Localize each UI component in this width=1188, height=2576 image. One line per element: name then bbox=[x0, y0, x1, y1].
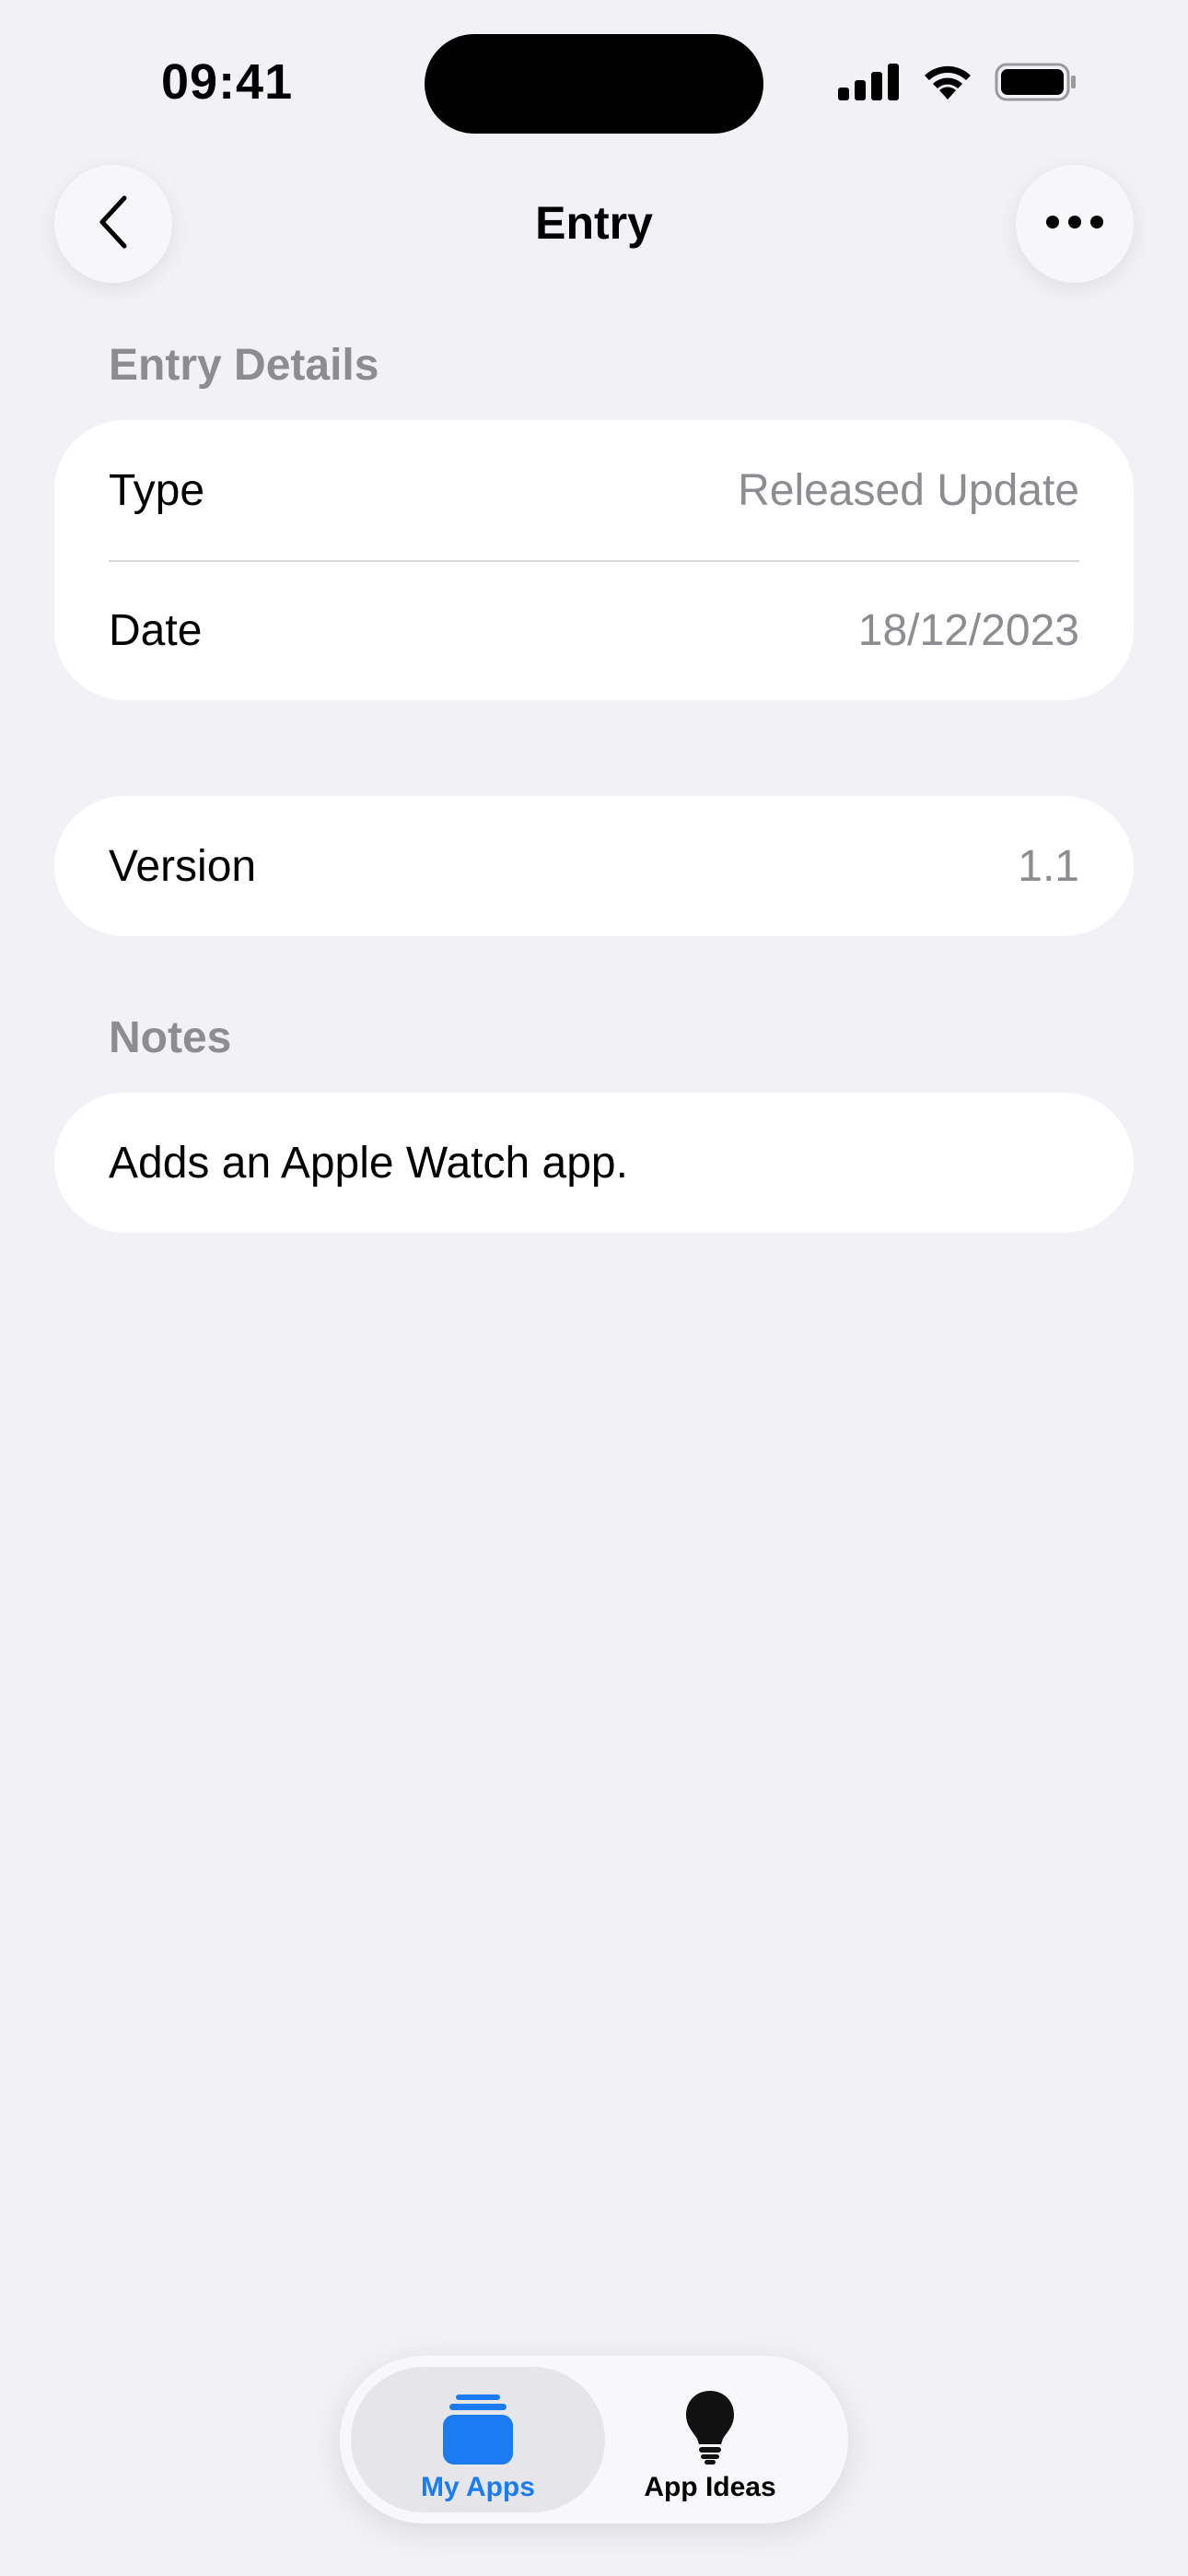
notes-card: Adds an Apple Watch app. bbox=[54, 1093, 1134, 1233]
type-label: Type bbox=[109, 465, 205, 515]
lightbulb-icon bbox=[686, 2391, 734, 2465]
status-icons bbox=[838, 63, 1077, 106]
version-row[interactable]: Version 1.1 bbox=[54, 796, 1134, 936]
wifi-icon bbox=[921, 63, 974, 106]
tab-my-apps-label: My Apps bbox=[421, 2472, 535, 2502]
stack-icon bbox=[443, 2391, 513, 2465]
tab-app-ideas[interactable]: App Ideas bbox=[583, 2367, 837, 2512]
section-header-entry-details: Entry Details bbox=[109, 341, 379, 390]
type-value: Released Update bbox=[738, 465, 1079, 515]
page-title: Entry bbox=[535, 197, 653, 249]
tab-bar: My Apps App Ideas bbox=[340, 2356, 848, 2523]
notes-text: Adds an Apple Watch app. bbox=[109, 1138, 628, 1188]
tab-my-apps[interactable]: My Apps bbox=[351, 2367, 605, 2512]
dynamic-island bbox=[425, 34, 763, 134]
date-value: 18/12/2023 bbox=[857, 605, 1079, 655]
status-time: 09:41 bbox=[161, 54, 294, 110]
entry-details-card: Type Released Update Date 18/12/2023 bbox=[54, 420, 1134, 700]
date-label: Date bbox=[109, 605, 203, 655]
type-row[interactable]: Type Released Update bbox=[54, 420, 1134, 560]
more-button[interactable] bbox=[1016, 165, 1134, 283]
notes-row[interactable]: Adds an Apple Watch app. bbox=[54, 1093, 1134, 1233]
version-value: 1.1 bbox=[1018, 841, 1079, 891]
cellular-signal-icon bbox=[838, 64, 901, 105]
version-card: Version 1.1 bbox=[54, 796, 1134, 936]
tab-app-ideas-label: App Ideas bbox=[644, 2472, 776, 2502]
version-label: Version bbox=[109, 841, 257, 891]
ellipsis-icon bbox=[1045, 215, 1104, 234]
section-header-notes: Notes bbox=[109, 1013, 232, 1062]
date-row[interactable]: Date 18/12/2023 bbox=[54, 560, 1134, 700]
battery-icon bbox=[995, 63, 1077, 106]
